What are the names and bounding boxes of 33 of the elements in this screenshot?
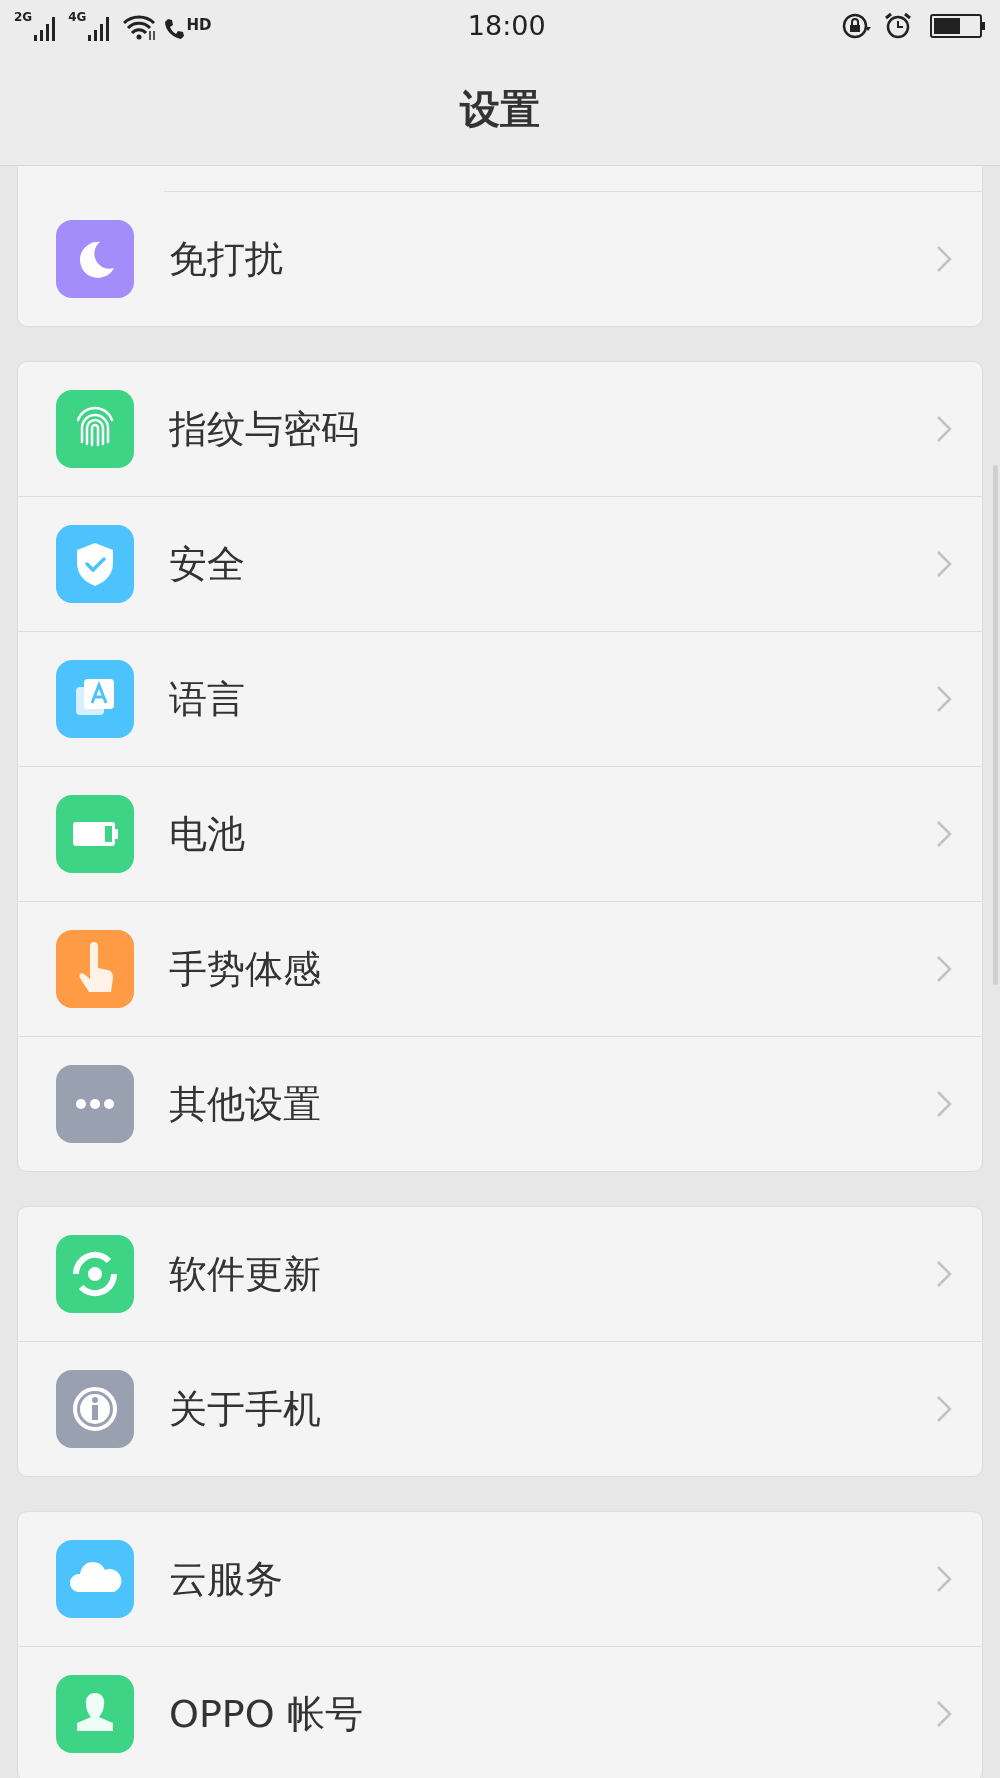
- setting-label[interactable]: 云服务: [169, 1550, 283, 1608]
- chevron-icon: [936, 415, 952, 443]
- setting-label[interactable]: OPPO 帐号: [169, 1685, 363, 1743]
- chevron-icon: [936, 245, 952, 273]
- hd-label: HD: [186, 18, 212, 33]
- setting-label[interactable]: 安全: [169, 535, 245, 593]
- chevron-icon: [936, 1090, 952, 1118]
- chevron-icon: [936, 550, 952, 578]
- setting-label[interactable]: 手势体感: [169, 940, 321, 998]
- chevron-icon: [936, 685, 952, 713]
- battery-icon: [930, 14, 986, 38]
- chevron-icon: [936, 1395, 952, 1423]
- setting-label[interactable]: 其他设置: [169, 1075, 321, 1133]
- network-label: 4G: [68, 11, 87, 23]
- alarm-icon: [884, 12, 912, 40]
- setting-label[interactable]: 指纹与密码: [169, 400, 359, 458]
- chevron-icon: [936, 1700, 952, 1728]
- signal-icon: [88, 17, 111, 41]
- setting-label[interactable]: 免打扰: [169, 230, 283, 288]
- network-label: 2G: [14, 11, 33, 23]
- setting-label[interactable]: 电池: [169, 805, 245, 863]
- setting-label[interactable]: 软件更新: [169, 1245, 321, 1303]
- chevron-icon: [936, 955, 952, 983]
- chevron-icon: [936, 1565, 952, 1593]
- signal-icon: [34, 17, 57, 41]
- clock-time: 18:00: [467, 8, 546, 43]
- chevron-icon: [936, 820, 952, 848]
- rotation-lock-icon: [842, 12, 872, 40]
- setting-label[interactable]: 语言: [169, 670, 245, 728]
- phone-icon: [164, 18, 185, 40]
- setting-label[interactable]: 关于手机: [169, 1380, 321, 1438]
- chevron-icon: [936, 1260, 952, 1288]
- page-title: 设置: [460, 84, 540, 134]
